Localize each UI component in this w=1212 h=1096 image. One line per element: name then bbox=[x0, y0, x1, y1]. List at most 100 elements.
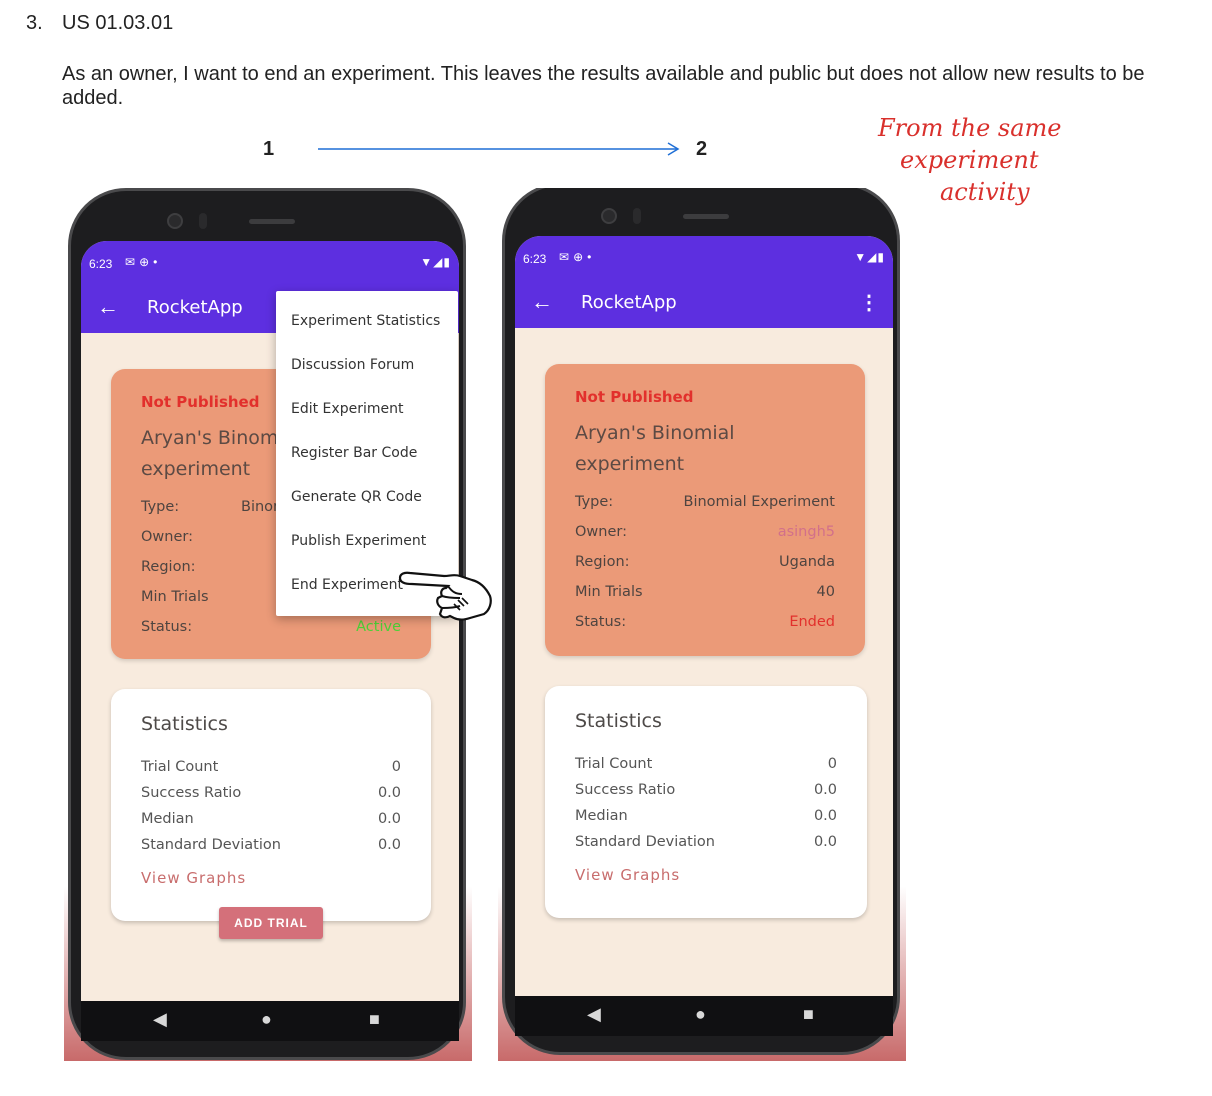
menu-item-publish-experiment[interactable]: Publish Experiment bbox=[291, 533, 426, 549]
story-heading: 3. US 01.03.01 bbox=[26, 12, 173, 35]
stat-value: 0.0 bbox=[813, 808, 837, 824]
menu-item-edit-experiment[interactable]: Edit Experiment bbox=[291, 401, 403, 417]
phone-frame: 6:23 ✉⊕• ▼◢▮ ← RocketApp ⋮ Not Published… bbox=[502, 188, 900, 1055]
statistics-card: Statistics Trial Count 0 Success Ratio 0.0… bbox=[545, 686, 867, 918]
stat-value: 0.0 bbox=[377, 811, 401, 827]
statistics-title: Statistics bbox=[575, 710, 662, 732]
experiment-info-card: Not Published Aryan's Binomial experimen… bbox=[545, 364, 865, 656]
status-row: Status: Ended bbox=[575, 614, 835, 634]
step-2-label: 2 bbox=[696, 138, 708, 160]
owner-label: Owner: bbox=[141, 529, 193, 545]
stat-value: 0 bbox=[827, 756, 837, 772]
status-time: 6:23 bbox=[89, 257, 113, 271]
story-text: As an owner, I want to end an experiment… bbox=[62, 63, 1145, 109]
owner-row: Owner: asingh5 bbox=[575, 524, 835, 544]
add-trial-button[interactable]: ADD TRIAL bbox=[219, 907, 323, 939]
type-label: Type: bbox=[141, 499, 180, 515]
experiment-title: Aryan's Binomial experiment bbox=[575, 422, 735, 475]
status-bar: 6:23 ✉⊕• ▼◢▮ bbox=[81, 241, 459, 283]
stat-label: Success Ratio bbox=[141, 785, 242, 801]
region-value: Uganda bbox=[779, 554, 835, 570]
statistics-title: Statistics bbox=[141, 713, 228, 735]
stat-label: Standard Deviation bbox=[575, 834, 715, 850]
owner-label: Owner: bbox=[575, 524, 627, 540]
note-line-3: activity bbox=[940, 178, 1030, 206]
stat-label: Median bbox=[141, 811, 194, 827]
region-row: Region: Uganda bbox=[575, 554, 835, 574]
stat-value: 0.0 bbox=[813, 782, 837, 798]
camera-icon bbox=[601, 208, 617, 224]
status-row: Status: Active bbox=[141, 619, 401, 639]
story-id: US 01.03.01 bbox=[62, 12, 174, 34]
menu-item-generate-qr-code[interactable]: Generate QR Code bbox=[291, 489, 422, 505]
status-bar: 6:23 ✉⊕• ▼◢▮ bbox=[515, 236, 893, 278]
type-value: Binomial Experiment bbox=[683, 494, 836, 510]
app-title: RocketApp bbox=[581, 292, 677, 313]
view-graphs-link[interactable]: View Graphs bbox=[575, 866, 680, 884]
phone-screenshot-1: 6:23 ✉⊕• ▼◢▮ ← RocketApp Not Published A… bbox=[64, 188, 472, 1061]
menu-item-register-bar-code[interactable]: Register Bar Code bbox=[291, 445, 417, 461]
status-label: Status: bbox=[575, 614, 627, 630]
step-1-label: 1 bbox=[263, 138, 275, 160]
view-graphs-link[interactable]: View Graphs bbox=[141, 869, 246, 887]
nav-recents-icon[interactable]: ■ bbox=[803, 1004, 814, 1025]
wifi-icon: ▼ bbox=[854, 250, 868, 264]
handwritten-note: From the same experiment activity bbox=[878, 112, 1128, 208]
nav-back-icon[interactable]: ◀ bbox=[587, 1004, 601, 1025]
back-arrow-icon[interactable]: ← bbox=[531, 289, 553, 315]
note-line-1: From the same bbox=[878, 114, 1062, 142]
overflow-menu: Experiment Statistics Discussion Forum E… bbox=[276, 291, 458, 616]
stat-value: 0.0 bbox=[813, 834, 837, 850]
type-row: Type: Binomial Experiment bbox=[575, 494, 835, 514]
android-nav-bar: ◀ ● ■ bbox=[81, 1001, 459, 1041]
android-nav-bar: ◀ ● ■ bbox=[515, 996, 893, 1036]
app-screen: 6:23 ✉⊕• ▼◢▮ ← RocketApp ⋮ Not Published… bbox=[515, 236, 893, 996]
min-trials-label: Min Trials bbox=[575, 584, 643, 600]
signal-icon: ◢ bbox=[867, 250, 878, 264]
stat-value: 0.0 bbox=[377, 785, 401, 801]
system-icons: ▼◢▮ bbox=[420, 255, 451, 269]
min-trials-value: 40 bbox=[816, 584, 835, 600]
mail-icon: ✉ bbox=[125, 255, 140, 269]
region-label: Region: bbox=[141, 559, 196, 575]
nav-home-icon[interactable]: ● bbox=[695, 1004, 706, 1025]
pointing-hand-icon bbox=[398, 571, 492, 621]
menu-item-end-experiment[interactable]: End Experiment bbox=[291, 577, 403, 593]
app-bar: ← RocketApp ⋮ bbox=[515, 278, 893, 328]
phone-frame: 6:23 ✉⊕• ▼◢▮ ← RocketApp Not Published A… bbox=[68, 188, 466, 1060]
menu-item-discussion-forum[interactable]: Discussion Forum bbox=[291, 357, 414, 373]
globe-icon: ⊕ bbox=[139, 255, 154, 269]
nav-recents-icon[interactable]: ■ bbox=[369, 1009, 380, 1030]
stat-label: Trial Count bbox=[575, 756, 653, 772]
stat-value: 0 bbox=[391, 759, 401, 775]
status-time: 6:23 bbox=[523, 252, 547, 266]
system-icons: ▼◢▮ bbox=[854, 250, 885, 264]
battery-icon: ▮ bbox=[443, 255, 451, 269]
back-arrow-icon[interactable]: ← bbox=[97, 294, 119, 320]
nav-back-icon[interactable]: ◀ bbox=[153, 1009, 167, 1030]
phone-screenshot-2: 6:23 ✉⊕• ▼◢▮ ← RocketApp ⋮ Not Published… bbox=[498, 188, 906, 1061]
min-trials-label: Min Trials bbox=[141, 589, 209, 605]
more-vert-icon[interactable]: ⋮ bbox=[859, 290, 879, 315]
list-number: 3. bbox=[26, 12, 43, 34]
type-label: Type: bbox=[575, 494, 614, 510]
stat-label: Standard Deviation bbox=[141, 837, 281, 853]
signal-icon: ◢ bbox=[433, 255, 444, 269]
min-trials-row: Min Trials 40 bbox=[575, 584, 835, 604]
status-label: Status: bbox=[141, 619, 193, 635]
camera-icon bbox=[167, 213, 183, 229]
menu-item-experiment-statistics[interactable]: Experiment Statistics bbox=[291, 313, 440, 329]
flow-arrow-icon bbox=[318, 142, 680, 156]
mail-icon: ✉ bbox=[559, 250, 574, 264]
stat-value: 0.0 bbox=[377, 837, 401, 853]
battery-icon: ▮ bbox=[877, 250, 885, 264]
nav-home-icon[interactable]: ● bbox=[261, 1009, 272, 1030]
stat-label: Median bbox=[575, 808, 628, 824]
region-label: Region: bbox=[575, 554, 630, 570]
statistics-card: Statistics Trial Count 0 Success Ratio 0.0… bbox=[111, 689, 431, 921]
owner-link[interactable]: asingh5 bbox=[778, 524, 835, 540]
publish-status: Not Published bbox=[141, 393, 260, 411]
app-title: RocketApp bbox=[147, 297, 243, 318]
wifi-icon: ▼ bbox=[420, 255, 434, 269]
notification-icons: ✉⊕• bbox=[125, 255, 162, 269]
